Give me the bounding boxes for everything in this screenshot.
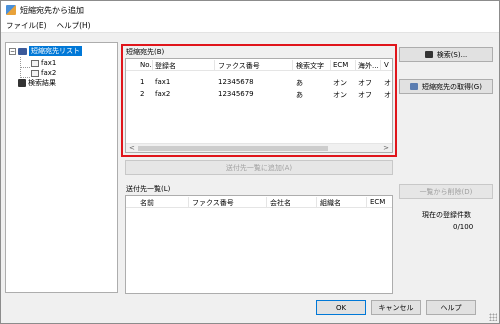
column-divider[interactable] xyxy=(266,197,267,207)
cancel-button[interactable]: キャンセル xyxy=(371,300,421,315)
search-results-icon xyxy=(18,79,26,87)
row-name: fax1 xyxy=(155,78,171,86)
row-fax-number: 12345679 xyxy=(218,90,254,98)
row-fax-number: 12345678 xyxy=(218,78,254,86)
fax-icon xyxy=(31,59,39,67)
tree-item-label: 検索結果 xyxy=(28,79,56,87)
title-bar[interactable]: 短縮宛先から追加 xyxy=(1,1,499,19)
list-header: No. 登録名 ファクス番号 検索文字 ECM 海外... V xyxy=(126,59,392,71)
row-overseas: オフ xyxy=(358,79,372,87)
tree-item-fax1[interactable]: fax1 xyxy=(31,58,56,68)
get-speed-dial-label: 短縮宛先の取得(G) xyxy=(422,82,482,91)
column-header[interactable]: 検索文字 xyxy=(296,61,324,71)
collapse-toggle-icon[interactable]: − xyxy=(9,47,16,55)
row-ecm: オン xyxy=(333,91,347,99)
search-icon xyxy=(424,51,433,58)
resize-grip-icon[interactable] xyxy=(489,313,497,321)
cancel-button-label: キャンセル xyxy=(378,303,414,312)
menu-bar: ファイル(E) ヘルプ(H) xyxy=(1,19,499,33)
column-divider[interactable] xyxy=(292,60,293,70)
destination-list[interactable]: 名前 ファクス番号 会社名 組織名 ECM xyxy=(125,195,393,294)
column-divider[interactable] xyxy=(366,197,367,207)
ok-button-label: OK xyxy=(335,303,347,312)
search-button[interactable]: 検索(S)... xyxy=(399,47,493,62)
tree-connector xyxy=(20,67,30,68)
column-header[interactable]: 組織名 xyxy=(320,198,341,208)
column-header[interactable]: 会社名 xyxy=(270,198,291,208)
row-search-char: あ xyxy=(296,91,303,99)
add-to-list-label: 送付先一覧に追加(A) xyxy=(225,163,293,172)
column-header[interactable]: ECM xyxy=(370,198,385,206)
menu-help[interactable]: ヘルプ(H) xyxy=(52,20,96,31)
remove-from-list-button[interactable]: 一覧から削除(D) xyxy=(399,184,493,199)
column-header[interactable]: No. xyxy=(140,61,152,69)
scroll-left-icon[interactable]: < xyxy=(129,144,135,152)
help-button-label: ヘルプ xyxy=(440,303,462,312)
column-header[interactable]: V xyxy=(384,61,389,69)
fax-icon xyxy=(31,69,39,77)
column-divider[interactable] xyxy=(355,60,356,70)
tree-item-search-results[interactable]: 検索結果 xyxy=(18,78,56,88)
speed-dial-list[interactable]: No. 登録名 ファクス番号 検索文字 ECM 海外... V 1 fax1 1… xyxy=(125,58,393,153)
column-divider[interactable] xyxy=(214,60,215,70)
row-number: 2 xyxy=(140,90,145,98)
column-divider[interactable] xyxy=(380,60,381,70)
column-divider[interactable] xyxy=(152,60,153,70)
add-to-list-button[interactable]: 送付先一覧に追加(A) xyxy=(125,160,393,175)
row-ecm: オン xyxy=(333,79,347,87)
tree-item-label: fax1 xyxy=(41,59,57,67)
tree-item-speed-dial-list[interactable]: − 短縮宛先リスト xyxy=(9,46,82,56)
dialog-window: 短縮宛先から追加 ファイル(E) ヘルプ(H) − 短縮宛先リスト fax1 f… xyxy=(0,0,500,324)
column-header[interactable]: 海外... xyxy=(358,61,379,71)
tree-item-label: fax2 xyxy=(41,69,57,77)
row-v: オ xyxy=(384,79,391,87)
scroll-thumb[interactable] xyxy=(138,146,328,151)
help-button[interactable]: ヘルプ xyxy=(426,300,476,315)
list-header: 名前 ファクス番号 会社名 組織名 ECM xyxy=(126,196,392,208)
row-name: fax2 xyxy=(155,90,171,98)
column-header[interactable]: ECM xyxy=(333,61,348,69)
ok-button[interactable]: OK xyxy=(316,300,366,315)
get-speed-dial-button[interactable]: 短縮宛先の取得(G) xyxy=(399,79,493,94)
column-header[interactable]: ファクス番号 xyxy=(218,61,260,71)
registered-count-label: 現在の登録件数 xyxy=(422,211,471,219)
row-v: オ xyxy=(384,91,391,99)
address-book-icon xyxy=(18,47,27,55)
remove-from-list-label: 一覧から削除(D) xyxy=(419,187,473,196)
search-button-label: 検索(S)... xyxy=(436,50,468,59)
column-header[interactable]: 登録名 xyxy=(155,61,176,71)
column-divider[interactable] xyxy=(188,197,189,207)
row-overseas: オフ xyxy=(358,91,372,99)
speed-dial-label: 短縮宛先(B) xyxy=(126,48,165,56)
window-title: 短縮宛先から追加 xyxy=(20,5,84,15)
horizontal-scrollbar[interactable]: < > xyxy=(126,143,392,152)
scroll-right-icon[interactable]: > xyxy=(383,144,389,152)
column-header[interactable]: ファクス番号 xyxy=(192,198,234,208)
address-tree[interactable]: − 短縮宛先リスト fax1 fax2 検索結果 xyxy=(5,42,118,293)
row-number: 1 xyxy=(140,78,145,86)
registered-count-value: 0/100 xyxy=(453,223,474,231)
tree-item-fax2[interactable]: fax2 xyxy=(31,68,56,78)
column-header[interactable]: 名前 xyxy=(140,198,154,208)
row-search-char: あ xyxy=(296,79,303,87)
column-divider[interactable] xyxy=(316,197,317,207)
column-divider[interactable] xyxy=(330,60,331,70)
menu-file[interactable]: ファイル(E) xyxy=(1,20,52,31)
download-icon xyxy=(410,83,419,90)
destination-list-label: 送付先一覧(L) xyxy=(126,185,171,193)
app-icon xyxy=(6,5,16,15)
tree-item-label: 短縮宛先リスト xyxy=(29,46,82,56)
